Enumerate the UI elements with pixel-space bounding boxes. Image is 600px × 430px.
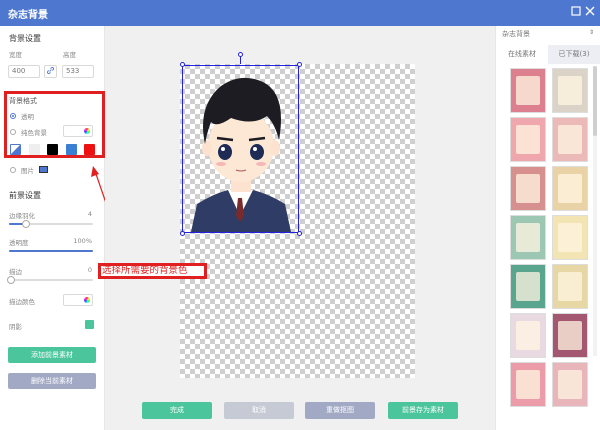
- material-thumbnail[interactable]: [552, 313, 588, 358]
- material-thumbnail[interactable]: [552, 117, 588, 162]
- scrollbar[interactable]: [593, 66, 597, 356]
- material-thumbnail[interactable]: [552, 264, 588, 309]
- material-thumbnail[interactable]: [552, 166, 588, 211]
- save-foreground-button[interactable]: 前景存为素材: [388, 402, 458, 419]
- material-thumbnail[interactable]: [510, 264, 546, 309]
- right-material-panel: 杂志背景 ⇕ 在线素材 已下载(3): [495, 26, 600, 430]
- material-thumbnail[interactable]: [552, 362, 588, 407]
- rotate-handle[interactable]: [238, 52, 243, 57]
- material-thumbnail[interactable]: [510, 313, 546, 358]
- material-thumbnail[interactable]: [510, 68, 546, 113]
- material-thumbnail[interactable]: [510, 166, 546, 211]
- select-arrows-icon: ⇕: [588, 29, 594, 36]
- material-thumbnail[interactable]: [552, 215, 588, 260]
- material-thumbnail[interactable]: [510, 215, 546, 260]
- done-button[interactable]: 完成: [142, 402, 212, 419]
- resize-handle[interactable]: [180, 231, 185, 236]
- resize-handle[interactable]: [297, 231, 302, 236]
- material-thumbnail[interactable]: [552, 68, 588, 113]
- cancel-button[interactable]: 取消: [224, 402, 294, 419]
- category-select-value: 杂志背景: [502, 30, 530, 38]
- scrollbar-thumb[interactable]: [593, 66, 597, 136]
- tab-downloaded[interactable]: 已下载(3): [548, 45, 600, 64]
- canvas-area: 完成 取消 重做抠图 前景存为素材: [105, 26, 495, 430]
- foreground-figure[interactable]: [182, 65, 299, 233]
- tab-online[interactable]: 在线素材: [496, 45, 548, 64]
- material-thumbnail[interactable]: [510, 362, 546, 407]
- material-thumbnail[interactable]: [510, 117, 546, 162]
- category-select[interactable]: 杂志背景 ⇕: [502, 29, 594, 41]
- resize-handle[interactable]: [297, 62, 302, 67]
- redo-cutout-button[interactable]: 重做抠图: [305, 402, 375, 419]
- annotation-callout: 选择所需要的背景色: [98, 263, 207, 279]
- cartoon-man-image: [191, 77, 291, 232]
- resize-handle[interactable]: [180, 62, 185, 67]
